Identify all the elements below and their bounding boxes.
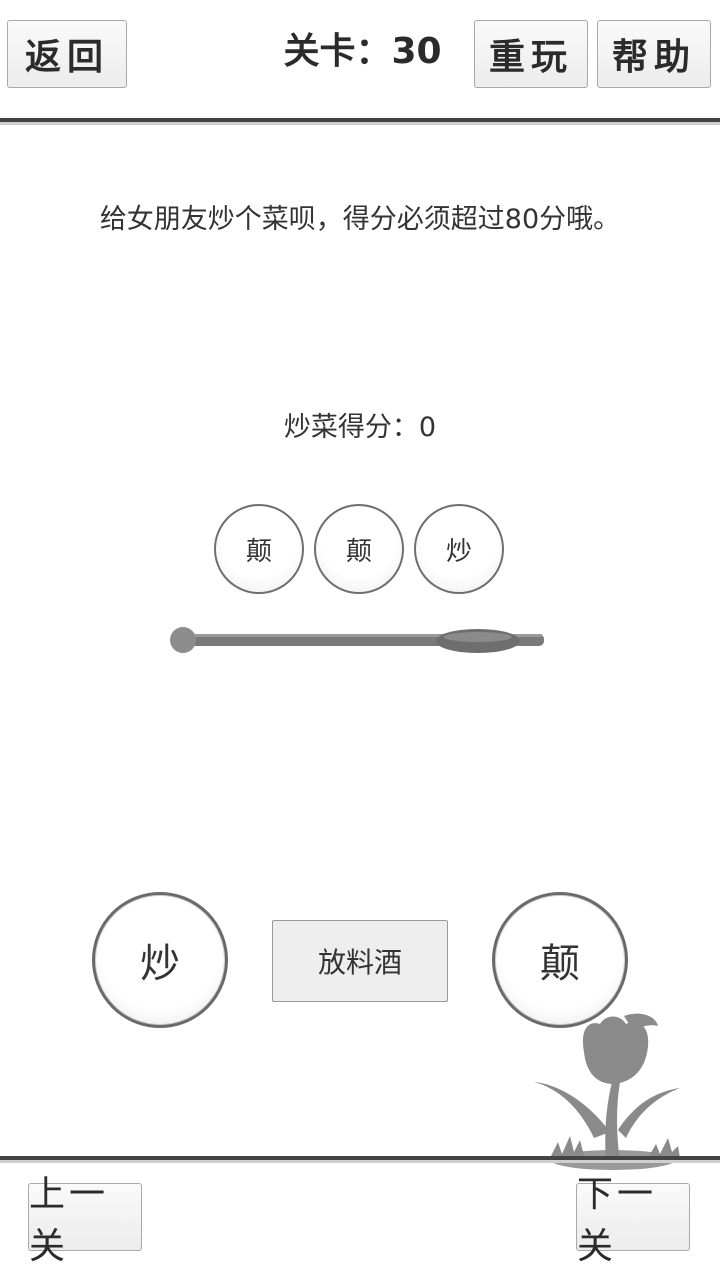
sequence-step-2: 颠 [314,504,404,594]
score-label: 炒菜得分： [283,412,419,443]
back-button[interactable]: 返回 [7,20,127,88]
score-display: 炒菜得分：0 [0,408,720,448]
sequence-step-1: 颠 [214,504,304,594]
stir-fry-button[interactable]: 炒 [92,892,228,1028]
toss-button[interactable]: 颠 [492,892,628,1028]
add-cooking-wine-button[interactable]: 放料酒 [272,920,448,1002]
level-title: 关卡：30 [260,26,465,78]
replay-button[interactable]: 重玩 [474,20,588,88]
help-button[interactable]: 帮助 [597,20,711,88]
level-number: 30 [391,31,442,72]
top-divider [0,118,720,125]
tulip-icon [534,1013,680,1170]
sequence-step-3: 炒 [414,504,504,594]
next-level-button[interactable]: 下一关 [576,1174,690,1267]
previous-level-button[interactable]: 上一关 [28,1174,142,1267]
puzzle-instruction: 给女朋友炒个菜呗，得分必须超过80分哦。 [99,204,621,235]
progress-knob-highlight [443,632,512,642]
cooking-progress-bar [170,627,544,653]
progress-start-cap [170,627,196,653]
score-value: 0 [418,412,437,443]
level-label: 关卡： [283,31,392,72]
bottom-divider [0,1156,720,1163]
